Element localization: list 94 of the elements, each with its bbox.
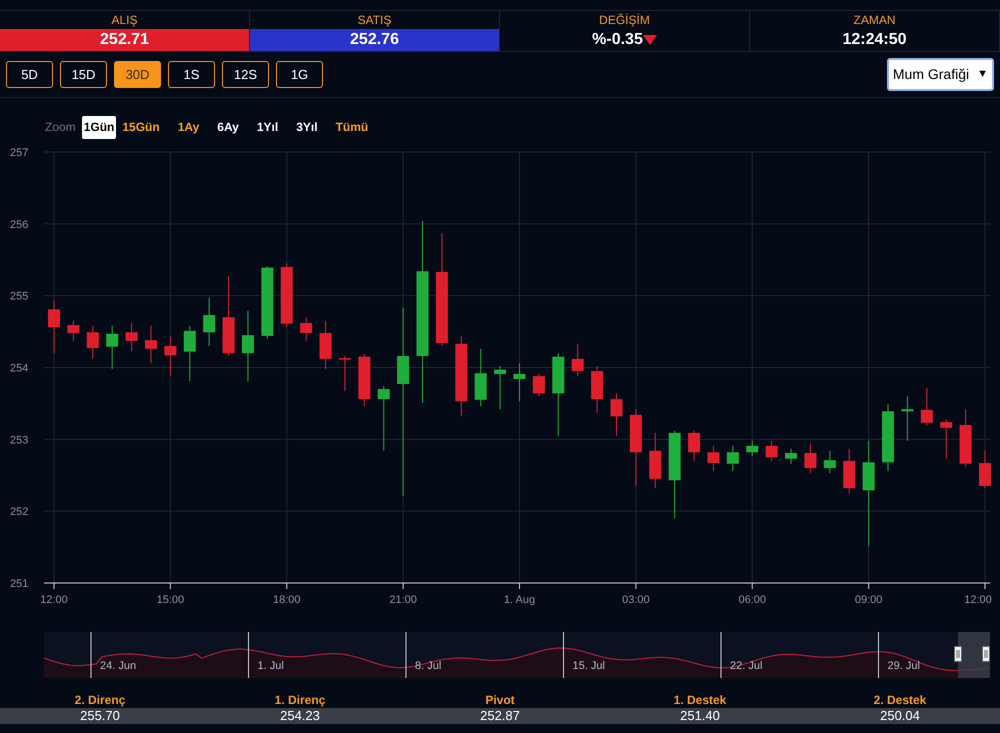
candlestick xyxy=(532,372,545,397)
candlestick xyxy=(726,445,739,472)
navigator-date: 15. Jul xyxy=(572,659,605,673)
zoom-button[interactable]: 1Gün xyxy=(82,116,116,138)
candlestick xyxy=(882,404,894,472)
candlestick xyxy=(358,353,370,407)
candlestick xyxy=(572,343,584,377)
x-axis-label: 03:00 xyxy=(622,594,650,606)
candlestick xyxy=(591,366,604,414)
candlestick xyxy=(746,440,758,456)
level-value: 255.70 xyxy=(79,708,121,724)
level-label: 2. Direnç xyxy=(74,692,126,708)
candlestick xyxy=(514,362,526,402)
level-label: 1. Destek xyxy=(672,692,728,708)
candlestick xyxy=(610,392,622,436)
candlestick xyxy=(785,448,798,464)
candlestick xyxy=(184,325,196,382)
y-axis-label: 253 xyxy=(10,434,28,446)
range-handle-icon[interactable] xyxy=(954,646,962,662)
candlestick xyxy=(960,408,972,468)
quote-value: %-0.35 xyxy=(592,30,643,50)
candlestick xyxy=(920,388,933,426)
x-axis-label: 1. Aug xyxy=(504,594,536,606)
zoom-button[interactable]: 1Ay xyxy=(176,116,202,138)
quote-value: 252.71 xyxy=(100,30,149,50)
x-axis-label: 12:00 xyxy=(964,594,992,606)
y-axis-label: 255 xyxy=(10,290,28,303)
period-button[interactable]: 15D xyxy=(60,61,107,88)
level-label: 2. Destek xyxy=(872,692,928,708)
x-axis-label: 12:00 xyxy=(40,594,68,606)
candlestick xyxy=(979,450,991,489)
candlestick xyxy=(106,325,118,370)
candlestick xyxy=(67,320,80,342)
candlestick xyxy=(280,262,293,328)
y-axis-label: 252 xyxy=(10,506,28,518)
candlestick xyxy=(494,366,506,410)
zoom-button[interactable]: 15Gün xyxy=(120,116,162,138)
quote-label: ALIŞ xyxy=(110,12,138,29)
navigator-date: 1. Jul xyxy=(258,659,284,673)
navigator-date: 24. Jun xyxy=(100,659,136,673)
candlestick xyxy=(378,386,390,452)
candlestick xyxy=(242,310,254,382)
level-label: Pivot xyxy=(484,692,516,708)
candlestick xyxy=(320,320,332,370)
level-value: 252.87 xyxy=(479,708,521,724)
candlestick xyxy=(901,396,914,442)
period-button[interactable]: 30D xyxy=(114,61,161,88)
x-axis-label: 18:00 xyxy=(272,594,301,606)
y-axis-label: 257 xyxy=(10,147,28,159)
zoom-button[interactable]: Tümü xyxy=(334,116,370,138)
y-axis-label: 254 xyxy=(10,362,28,374)
quote-value: 252.76 xyxy=(350,30,399,50)
y-axis-label: 251 xyxy=(10,578,28,590)
period-button[interactable]: 12S xyxy=(222,61,269,88)
zoom-button[interactable]: 6Ay xyxy=(215,116,241,138)
zoom-button[interactable]: 1Yıl xyxy=(254,116,280,138)
y-axis-label: 256 xyxy=(10,218,28,231)
period-button[interactable]: 1S xyxy=(168,61,215,88)
candlestick xyxy=(164,335,176,377)
zoom-button[interactable]: 3Yıl xyxy=(294,116,320,138)
period-button[interactable]: 5D xyxy=(6,61,53,88)
candlestick xyxy=(843,448,856,494)
zoom-label: Zoom xyxy=(45,119,76,136)
candlestick xyxy=(707,445,720,472)
candlestick xyxy=(474,348,487,407)
period-button[interactable]: 1G xyxy=(276,61,323,88)
candlestick xyxy=(126,322,138,352)
candlestick xyxy=(649,432,662,489)
x-axis-label: 06:00 xyxy=(738,594,766,606)
candlestick xyxy=(824,450,836,474)
candlestick xyxy=(144,325,157,364)
chart-type-select[interactable]: Mum Grafiği ▼ xyxy=(886,58,994,91)
quote-value: 12:24:50 xyxy=(842,30,907,50)
navigator-date: 29. Jul xyxy=(888,659,920,673)
quote-label: ZAMAN xyxy=(852,12,896,29)
candlestick xyxy=(338,356,351,392)
level-label: 1. Direnç xyxy=(274,692,326,708)
candlestick xyxy=(203,297,216,346)
level-value: 254.23 xyxy=(279,708,321,724)
level-value: 251.40 xyxy=(679,708,721,724)
candlestick xyxy=(86,325,99,360)
quote-label: DEĞİŞİM xyxy=(598,12,651,29)
range-handle-icon[interactable] xyxy=(982,646,990,662)
x-axis-label: 15:00 xyxy=(156,594,184,606)
candlestick xyxy=(940,418,952,460)
candlestick xyxy=(766,440,778,462)
candlestick xyxy=(300,316,312,342)
candlestick xyxy=(804,443,816,474)
candlestick xyxy=(48,300,60,354)
x-axis-label: 21:00 xyxy=(389,594,417,606)
level-value: 250.04 xyxy=(879,708,921,724)
x-axis-label: 09:00 xyxy=(854,594,882,606)
quote-label: SATIŞ xyxy=(356,12,392,29)
candlestick xyxy=(688,430,700,462)
